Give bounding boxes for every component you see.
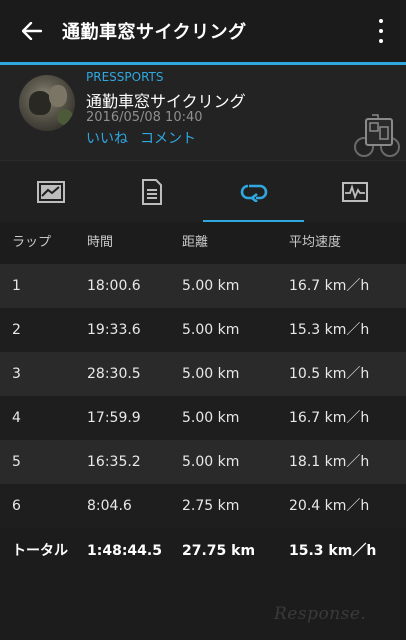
- social-actions: いいね コメント: [86, 128, 196, 148]
- tab-details[interactable]: [101, 161, 202, 223]
- lap-avg-speed: 16.7 km／h: [289, 410, 370, 426]
- summary-chart-icon: [36, 181, 65, 203]
- lap-number: 6: [12, 498, 21, 514]
- like-button[interactable]: いいね: [86, 128, 128, 148]
- overflow-menu-icon[interactable]: [378, 19, 384, 43]
- lap-distance: 5.00 km: [182, 278, 240, 294]
- lap-distance: 5.00 km: [182, 322, 240, 338]
- laps-loop-icon: [240, 184, 267, 202]
- back-arrow-icon[interactable]: [20, 19, 44, 43]
- activity-header: PRESSPORTS 通勤車窓サイクリング 2016/05/08 10:40 い…: [0, 65, 406, 160]
- lap-distance: 5.00 km: [182, 410, 240, 426]
- total-time: 1:48:44.5: [87, 543, 162, 559]
- page-title: 通勤車窓サイクリング: [62, 22, 247, 43]
- lap-number: 5: [12, 454, 21, 470]
- lap-time: 28:30.5: [87, 366, 141, 382]
- total-distance: 27.75 km: [182, 543, 256, 559]
- app-bar: 通勤車窓サイクリング: [0, 0, 406, 62]
- col-header-avg-speed: 平均速度: [289, 235, 342, 250]
- details-list-icon: [141, 179, 162, 205]
- total-row: トータル 1:48:44.5 27.75 km 15.3 km／h: [0, 528, 406, 574]
- lap-distance: 5.00 km: [182, 454, 240, 470]
- lap-time: 17:59.9: [87, 410, 141, 426]
- tab-graph[interactable]: [304, 161, 405, 223]
- lap-avg-speed: 16.7 km／h: [289, 278, 370, 294]
- lap-time: 8:04.6: [87, 498, 132, 514]
- table-row: 5 16:35.2 5.00 km 18.1 km／h: [0, 440, 406, 484]
- lap-number: 2: [12, 322, 21, 338]
- total-avg-speed: 15.3 km／h: [289, 543, 377, 559]
- lap-number: 1: [12, 278, 21, 294]
- comment-button[interactable]: コメント: [140, 128, 196, 148]
- table-row: 1 18:00.6 5.00 km 16.7 km／h: [0, 264, 406, 308]
- tab-laps[interactable]: [203, 161, 304, 223]
- commute-bike-icon: [352, 113, 402, 157]
- lap-avg-speed: 10.5 km／h: [289, 366, 370, 382]
- lap-number: 3: [12, 366, 21, 382]
- tab-bar: [0, 160, 406, 223]
- avatar[interactable]: [19, 75, 75, 131]
- col-header-distance: 距離: [182, 235, 209, 250]
- lap-number: 4: [12, 410, 21, 426]
- total-label: トータル: [12, 543, 68, 559]
- watermark-logo: Response.: [274, 604, 367, 624]
- tab-summary[interactable]: [0, 161, 101, 223]
- username[interactable]: PRESSPORTS: [86, 70, 163, 84]
- col-header-lap: ラップ: [12, 235, 52, 250]
- lap-avg-speed: 15.3 km／h: [289, 322, 370, 338]
- table-row: 2 19:33.6 5.00 km 15.3 km／h: [0, 308, 406, 352]
- laps-table: ラップ 時間 距離 平均速度 1 18:00.6 5.00 km 16.7 km…: [0, 222, 406, 574]
- lap-avg-speed: 18.1 km／h: [289, 454, 370, 470]
- lap-time: 16:35.2: [87, 454, 141, 470]
- activity-title: 通勤車窓サイクリング: [86, 92, 246, 111]
- lap-time: 19:33.6: [87, 322, 141, 338]
- table-row: 6 8:04.6 2.75 km 20.4 km／h: [0, 484, 406, 528]
- table-row: 4 17:59.9 5.00 km 16.7 km／h: [0, 396, 406, 440]
- table-header: ラップ 時間 距離 平均速度: [0, 222, 406, 264]
- lap-distance: 2.75 km: [182, 498, 240, 514]
- table-row: 3 28:30.5 5.00 km 10.5 km／h: [0, 352, 406, 396]
- activity-datetime: 2016/05/08 10:40: [86, 110, 203, 125]
- graph-icon: [341, 182, 368, 202]
- lap-distance: 5.00 km: [182, 366, 240, 382]
- lap-time: 18:00.6: [87, 278, 141, 294]
- lap-avg-speed: 20.4 km／h: [289, 498, 370, 514]
- col-header-time: 時間: [87, 235, 114, 250]
